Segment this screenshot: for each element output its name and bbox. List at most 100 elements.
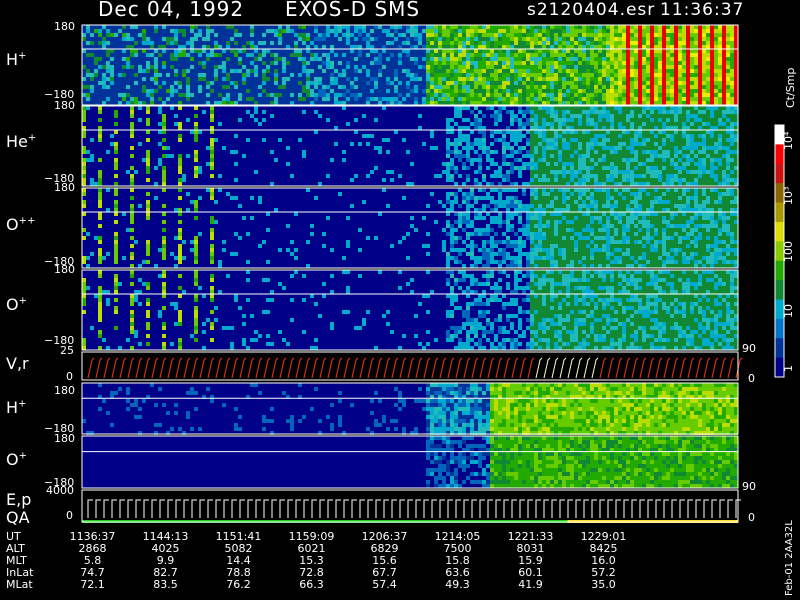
heatmap-cell	[274, 158, 278, 162]
heatmap-cell	[498, 106, 502, 110]
heatmap-cell	[170, 106, 174, 110]
heatmap-cell	[410, 37, 414, 41]
heatmap-cell	[270, 45, 274, 49]
heatmap-cell	[622, 37, 626, 41]
heatmap-cell	[578, 134, 582, 138]
heatmap-cell	[318, 29, 322, 33]
heatmap-cell	[458, 106, 462, 110]
heatmap-cell	[310, 57, 314, 61]
heatmap-cell	[194, 122, 198, 126]
heatmap-cell	[506, 174, 510, 178]
heatmap-cell	[534, 146, 538, 150]
heatmap-cell	[238, 25, 242, 29]
heatmap-cell	[566, 49, 570, 53]
heatmap-cell	[498, 110, 502, 114]
heatmap-cell	[614, 29, 618, 33]
heatmap-cell	[678, 61, 682, 65]
heatmap-cell	[466, 33, 470, 37]
heatmap-cell	[374, 41, 378, 45]
heatmap-cell	[438, 65, 442, 69]
heatmap-cell	[514, 45, 518, 49]
heatmap-cell	[610, 174, 614, 178]
heatmap-cell	[338, 89, 342, 93]
heatmap-cell	[558, 73, 562, 77]
heatmap-cell	[614, 41, 618, 45]
heatmap-cell	[510, 154, 514, 158]
heatmap-cell	[86, 97, 90, 101]
heatmap-cell	[410, 25, 414, 29]
heatmap-cell	[450, 178, 454, 182]
heatmap-cell	[698, 174, 702, 178]
heatmap-cell	[318, 89, 322, 93]
heatmap-cell	[262, 138, 266, 142]
heatmap-cell	[678, 174, 682, 178]
heatmap-cell	[486, 182, 490, 186]
heatmap-cell	[462, 182, 466, 186]
heatmap-cell	[250, 81, 254, 85]
heatmap-cell	[594, 162, 598, 166]
heatmap-cell	[218, 97, 222, 101]
heatmap-cell	[170, 85, 174, 89]
heatmap-cell	[730, 37, 734, 41]
heatmap-cell	[666, 126, 670, 130]
heatmap-cell	[210, 236, 214, 240]
heatmap-cell	[534, 97, 538, 101]
heatmap-cell	[218, 49, 222, 53]
heatmap-cell	[590, 122, 594, 126]
heatmap-cell	[686, 49, 690, 53]
heatmap-cell	[262, 29, 266, 33]
heatmap-cell	[722, 178, 726, 182]
heatmap-cell	[178, 260, 182, 264]
heatmap-cell	[558, 170, 562, 174]
heatmap-cell	[354, 81, 358, 85]
heatmap-cell	[526, 73, 530, 77]
heatmap-cell	[266, 260, 270, 264]
heatmap-cell	[614, 182, 618, 186]
heatmap-cell	[498, 77, 502, 81]
heatmap-cell	[622, 110, 626, 114]
heatmap-cell	[634, 89, 638, 93]
heatmap-cell	[190, 130, 194, 134]
heatmap-cell	[526, 110, 530, 114]
heatmap-cell	[722, 110, 726, 114]
heatmap-cell	[114, 57, 118, 61]
heatmap-cell	[246, 77, 250, 81]
heatmap-cell	[330, 93, 334, 97]
heatmap-cell	[402, 49, 406, 53]
heatmap-cell	[150, 65, 154, 69]
heatmap-cell	[410, 41, 414, 45]
heatmap-cell	[166, 97, 170, 101]
heatmap-cell	[98, 256, 102, 260]
heatmap-cell	[86, 264, 90, 268]
heatmap-cell	[230, 49, 234, 53]
heatmap-cell	[498, 73, 502, 77]
heatmap-cell	[322, 73, 326, 77]
heatmap-cell	[362, 41, 366, 45]
heatmap-cell	[358, 25, 362, 29]
heatmap-cell	[670, 45, 674, 49]
heatmap-cell	[158, 142, 162, 146]
heatmap-cell	[498, 45, 502, 49]
heatmap-cell	[222, 37, 226, 41]
heatmap-cell	[506, 65, 510, 69]
heatmap-cell	[574, 93, 578, 97]
heatmap-cell	[114, 244, 118, 248]
heatmap-cell	[566, 37, 570, 41]
heatmap-cell	[658, 97, 662, 101]
heatmap-cell	[570, 122, 574, 126]
heatmap-cell	[218, 45, 222, 49]
heatmap-cell	[134, 29, 138, 33]
heatmap-cell	[122, 101, 126, 105]
heatmap-cell	[710, 130, 714, 134]
heatmap-cell	[286, 101, 290, 105]
heatmap-cell	[630, 93, 634, 97]
heatmap-cell	[434, 49, 438, 53]
heatmap-cell	[210, 61, 214, 65]
heatmap-cell	[398, 81, 402, 85]
heatmap-cell	[606, 93, 610, 97]
heatmap-cell	[722, 89, 726, 93]
heatmap-cell	[374, 73, 378, 77]
heatmap-cell	[262, 101, 266, 105]
heatmap-cell	[570, 166, 574, 170]
heatmap-cell	[470, 122, 474, 126]
